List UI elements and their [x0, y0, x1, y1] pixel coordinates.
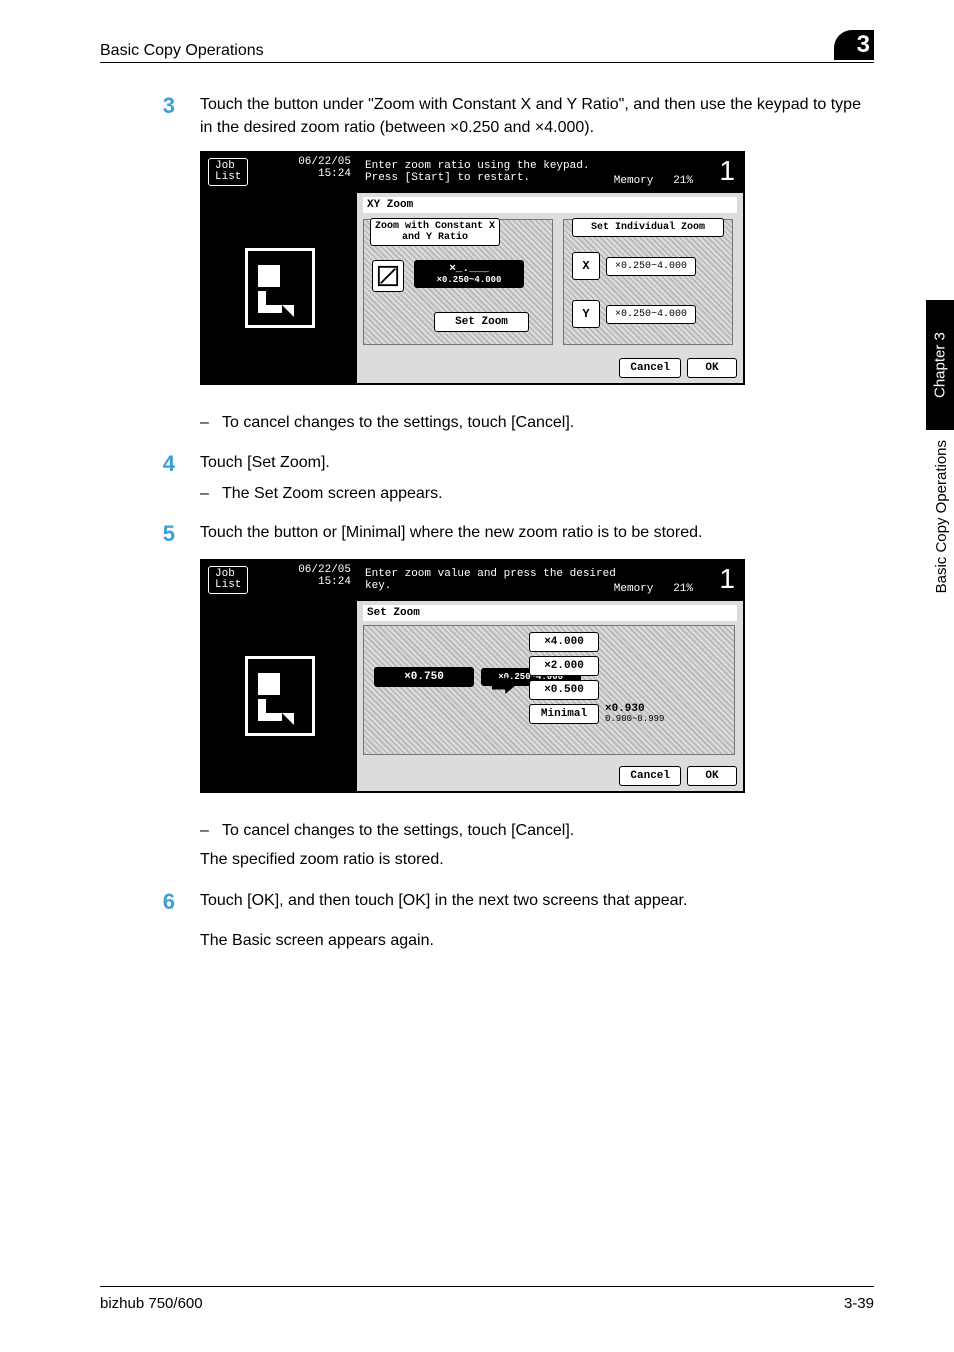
zoom-input-range: ×0.250~4.000: [419, 275, 519, 285]
dash: –: [200, 819, 222, 842]
step-plain-text: The Basic screen appears again.: [200, 929, 874, 952]
memory-percent: 21%: [673, 583, 693, 595]
copy-count: 1: [719, 155, 735, 187]
memory-percent: 21%: [673, 175, 693, 187]
set-zoom-button[interactable]: Set Zoom: [434, 312, 529, 332]
chapter-badge: 3: [834, 30, 874, 60]
step-text: Touch [OK], and then touch [OK] in the n…: [200, 889, 874, 912]
step-number: 5: [100, 521, 200, 547]
cancel-button[interactable]: Cancel: [619, 766, 681, 786]
preset-2-button[interactable]: ×2.000: [529, 656, 599, 676]
status-message: Enter zoom ratio using the keypad. Press…: [365, 160, 589, 184]
dash: –: [200, 482, 222, 505]
ratio-icon: [372, 260, 404, 292]
status-message: Enter zoom value and press the desired k…: [365, 568, 616, 592]
ok-button[interactable]: OK: [687, 766, 737, 786]
step-text: Touch [Set Zoom].: [200, 451, 874, 474]
panel-title: XY Zoom: [363, 197, 737, 213]
zoom-input-value: ×_.___: [419, 263, 519, 275]
dash: –: [200, 411, 222, 434]
date-label: 06/22/05: [298, 564, 351, 576]
side-section-label: Basic Copy Operations: [933, 440, 950, 593]
preset-1-button[interactable]: ×4.000: [529, 632, 599, 652]
job-list-button[interactable]: Job List: [208, 566, 248, 594]
zoom-input[interactable]: ×_.___ ×0.250~4.000: [414, 260, 524, 288]
current-ratio: ×0.750: [374, 667, 474, 687]
step-sub-text: The Set Zoom screen appears.: [222, 482, 443, 505]
date-label: 06/22/05: [298, 156, 351, 168]
step-text: Touch the button under "Zoom with Consta…: [200, 93, 874, 139]
preset-3-button[interactable]: ×0.500: [529, 680, 599, 700]
tab-individual-zoom[interactable]: Set Individual Zoom: [572, 218, 724, 237]
step-number: 6: [100, 889, 200, 915]
time-label: 15:24: [298, 576, 351, 588]
orientation-icon: [245, 656, 315, 736]
job-list-button[interactable]: Job List: [208, 158, 248, 186]
memory-label: Memory: [614, 175, 654, 187]
copy-count: 1: [719, 563, 735, 595]
side-chapter-tab: Chapter 3: [926, 300, 954, 430]
time-label: 15:24: [298, 168, 351, 180]
ok-button[interactable]: OK: [687, 358, 737, 378]
tab-constant-xy[interactable]: Zoom with Constant X and Y Ratio: [370, 218, 500, 246]
step-plain-text: The specified zoom ratio is stored.: [200, 848, 874, 871]
minimal-range: 0.900~0.999: [605, 715, 664, 724]
panel-title: Set Zoom: [363, 605, 737, 621]
y-axis-button[interactable]: Y: [572, 300, 600, 328]
cancel-button[interactable]: Cancel: [619, 358, 681, 378]
memory-label: Memory: [614, 583, 654, 595]
device-screenshot-xyzoom: Job List 06/22/05 15:24 Enter zoom ratio…: [200, 151, 745, 385]
step-sub-text: To cancel changes to the settings, touch…: [222, 411, 574, 434]
x-axis-button[interactable]: X: [572, 252, 600, 280]
header-rule: [100, 62, 874, 63]
arrow-right-icon: [492, 676, 516, 694]
footer-left: bizhub 750/600: [100, 1295, 203, 1312]
minimal-button[interactable]: Minimal: [529, 704, 599, 724]
orientation-icon: [245, 248, 315, 328]
x-range: ×0.250~4.000: [606, 257, 696, 276]
step-sub-text: To cancel changes to the settings, touch…: [222, 819, 574, 842]
step-number: 4: [100, 451, 200, 477]
y-range: ×0.250~4.000: [606, 305, 696, 324]
device-screenshot-setzoom: Job List 06/22/05 15:24 Enter zoom value…: [200, 559, 745, 793]
step-text: Touch the button or [Minimal] where the …: [200, 521, 874, 544]
step-number: 3: [100, 93, 200, 119]
page-header-title: Basic Copy Operations: [100, 42, 264, 60]
footer-right: 3-39: [844, 1295, 874, 1312]
